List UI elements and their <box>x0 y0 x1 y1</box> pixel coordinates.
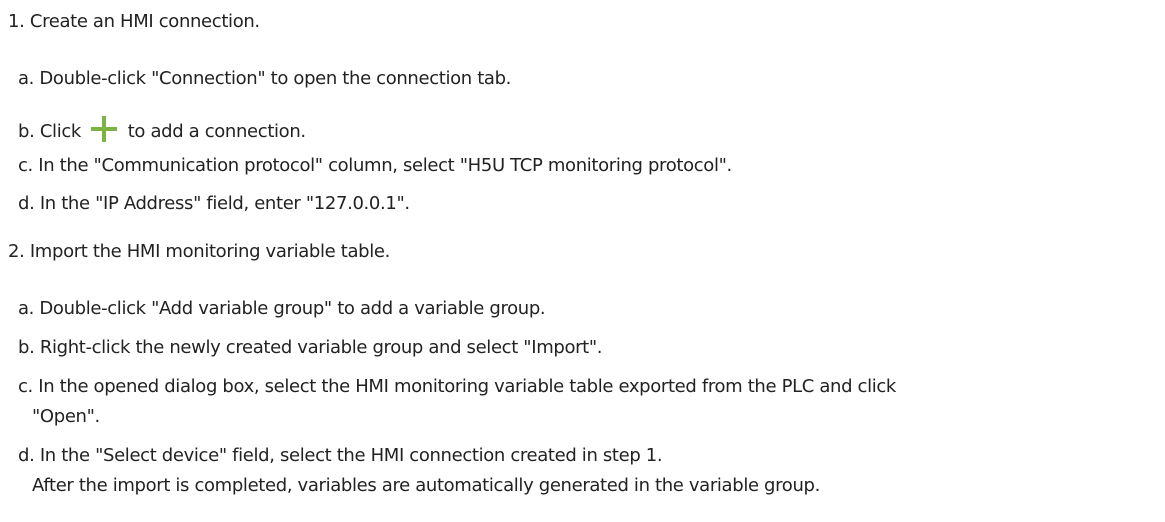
step-1-title: 1. Create an HMI connection. <box>8 11 260 32</box>
step-1b: b. Click to add a connection. <box>18 115 306 144</box>
step-1b-suffix: to add a connection. <box>127 121 306 142</box>
step-1a: a. Double-click "Connection" to open the… <box>18 68 512 89</box>
plus-icon <box>90 115 118 143</box>
step-2c-line-1: c. In the opened dialog box, select the … <box>18 376 897 397</box>
step-2-note: After the import is completed, variables… <box>32 475 820 496</box>
step-1c: c. In the "Communication protocol" colum… <box>18 155 732 176</box>
step-1b-prefix: b. Click <box>18 121 81 142</box>
step-2b: b. Right-click the newly created variabl… <box>18 337 603 358</box>
step-2a: a. Double-click "Add variable group" to … <box>18 298 546 319</box>
step-2-title: 2. Import the HMI monitoring variable ta… <box>8 241 390 262</box>
step-2d: d. In the "Select device" field, select … <box>18 445 663 466</box>
step-1d: d. In the "IP Address" field, enter "127… <box>18 193 410 214</box>
step-2c-line-2: "Open". <box>32 406 100 427</box>
